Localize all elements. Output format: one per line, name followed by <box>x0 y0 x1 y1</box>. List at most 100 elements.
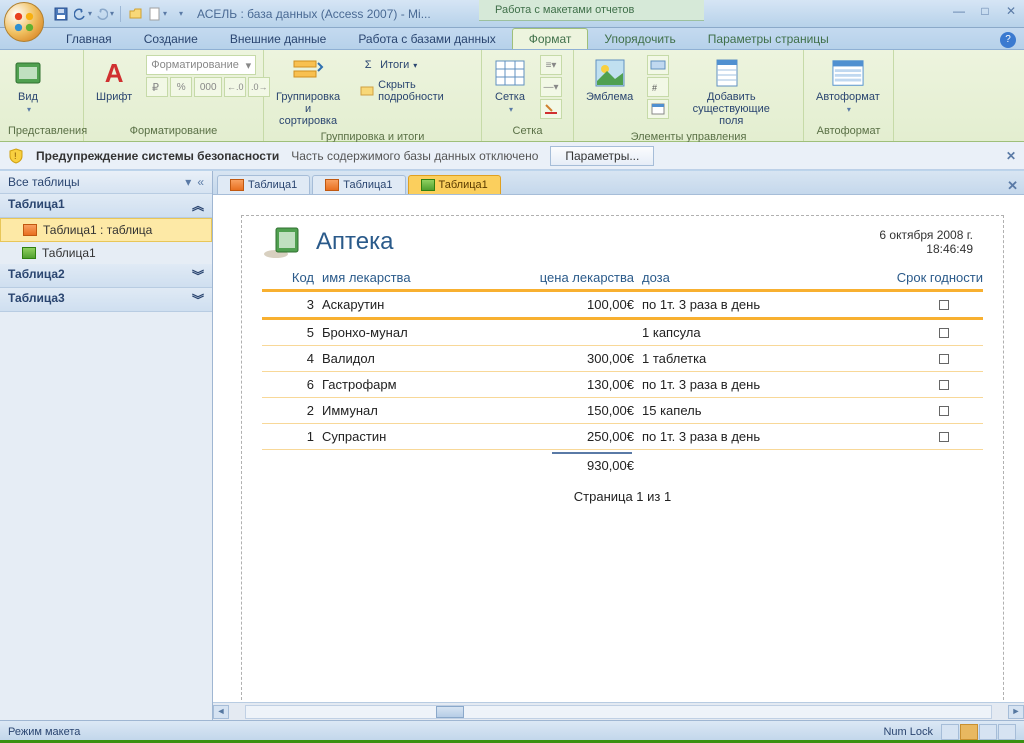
table-row[interactable]: 2Иммунал150,00€15 капель <box>262 398 983 423</box>
office-button[interactable] <box>4 2 44 42</box>
percent-button[interactable]: % <box>170 77 192 97</box>
col-name[interactable]: имя лекарства <box>322 270 532 285</box>
thousands-button[interactable]: 000 <box>194 77 222 97</box>
redo-button[interactable] <box>96 5 114 23</box>
view-layout-button[interactable] <box>960 724 978 740</box>
line-width-button[interactable]: ≡▾ <box>540 55 562 75</box>
scroll-track[interactable] <box>245 705 992 719</box>
horizontal-scrollbar[interactable]: ◄ ► <box>213 702 1024 720</box>
group-sort-button[interactable]: Группировка и сортировка <box>270 55 346 129</box>
cell-code[interactable]: 2 <box>262 403 322 418</box>
cell-dose[interactable]: по 1т. 3 раза в день <box>642 297 832 312</box>
col-expiry[interactable]: Срок годности <box>832 270 983 285</box>
minimize-button[interactable]: — <box>950 4 968 18</box>
security-options-button[interactable]: Параметры... <box>550 146 654 166</box>
column-headers[interactable]: Код имя лекарства цена лекарства доза Ср… <box>262 264 983 289</box>
col-price[interactable]: цена лекарства <box>532 270 642 285</box>
tab-home[interactable]: Главная <box>50 29 128 49</box>
cell-name[interactable]: Гастрофарм <box>322 377 532 392</box>
add-fields-button[interactable]: Добавить существующие поля <box>673 55 789 129</box>
expiry-checkbox[interactable] <box>939 380 949 390</box>
scroll-thumb[interactable] <box>436 706 464 718</box>
line-style-button[interactable]: —▾ <box>540 77 562 97</box>
hide-details-button[interactable]: Скрыть подробности <box>356 77 475 105</box>
report-title[interactable]: Аптека <box>316 228 393 256</box>
autoformat-button[interactable]: Автоформат <box>810 55 886 118</box>
nav-group-table3[interactable]: Таблица3︾ <box>0 288 212 312</box>
cell-price[interactable]: 250,00€ <box>532 429 642 444</box>
help-button[interactable]: ? <box>1000 32 1016 48</box>
cell-price[interactable]: 130,00€ <box>532 377 642 392</box>
scroll-right-button[interactable]: ► <box>1008 705 1024 719</box>
security-close-button[interactable]: ✕ <box>1006 149 1016 163</box>
tab-dbtools[interactable]: Работа с базами данных <box>342 29 511 49</box>
open-icon[interactable] <box>127 5 145 23</box>
save-icon[interactable] <box>52 5 70 23</box>
scroll-left-button[interactable]: ◄ <box>213 705 229 719</box>
line-color-button[interactable] <box>540 99 562 119</box>
qat-customize[interactable] <box>171 5 189 23</box>
cell-name[interactable]: Иммунал <box>322 403 532 418</box>
tab-pagesetup[interactable]: Параметры страницы <box>692 29 845 49</box>
expiry-checkbox[interactable] <box>939 354 949 364</box>
tab-create[interactable]: Создание <box>128 29 214 49</box>
table-row[interactable]: 3Аскарутин100,00€по 1т. 3 раза в день <box>262 292 983 317</box>
restore-button[interactable]: □ <box>976 4 994 18</box>
currency-button[interactable]: ₽ <box>146 77 168 97</box>
expiry-checkbox[interactable] <box>939 300 949 310</box>
cell-dose[interactable]: по 1т. 3 раза в день <box>642 377 832 392</box>
view-design-button[interactable] <box>979 724 997 740</box>
title-icon[interactable] <box>647 55 669 75</box>
cell-code[interactable]: 5 <box>262 325 322 340</box>
nav-group-table2[interactable]: Таблица2︾ <box>0 264 212 288</box>
formatting-combo[interactable]: Форматирование▾ <box>146 55 256 75</box>
report-canvas[interactable]: Аптека 6 октября 2008 г. 18:46:49 Код им… <box>213 195 1024 702</box>
doc-close-button[interactable]: ✕ <box>1007 178 1018 194</box>
cell-code[interactable]: 4 <box>262 351 322 366</box>
total-value[interactable]: 930,00€ <box>532 458 642 473</box>
table-row[interactable]: 4Валидол300,00€1 таблетка <box>262 346 983 371</box>
expiry-checkbox[interactable] <box>939 328 949 338</box>
new-icon[interactable] <box>149 5 167 23</box>
cell-dose[interactable]: по 1т. 3 раза в день <box>642 429 832 444</box>
expiry-checkbox[interactable] <box>939 406 949 416</box>
table-row[interactable]: 1Супрастин250,00€по 1т. 3 раза в день <box>262 424 983 449</box>
col-dose[interactable]: доза <box>642 270 832 285</box>
emblem-button[interactable]: Эмблема <box>580 55 639 105</box>
table-row[interactable]: 6Гастрофарм130,00€по 1т. 3 раза в день <box>262 372 983 397</box>
cell-price[interactable]: 300,00€ <box>532 351 642 366</box>
nav-dropdown-icon[interactable]: ▾ <box>185 175 191 189</box>
cell-price[interactable]: 100,00€ <box>532 297 642 312</box>
increase-decimal-button[interactable]: ←.0 <box>224 77 246 97</box>
nav-item-table1-table[interactable]: Таблица1 : таблица <box>0 218 212 242</box>
font-button[interactable]: A Шрифт <box>90 55 138 105</box>
col-code[interactable]: Код <box>262 270 322 285</box>
cell-code[interactable]: 3 <box>262 297 322 312</box>
tab-format[interactable]: Формат <box>512 28 589 49</box>
page-indicator[interactable]: Страница 1 из 1 <box>262 477 983 516</box>
cell-dose[interactable]: 1 таблетка <box>642 351 832 366</box>
close-button[interactable]: ✕ <box>1002 4 1020 18</box>
grid-button[interactable]: Сетка <box>488 55 532 118</box>
view-button[interactable]: Вид <box>6 55 50 118</box>
cell-name[interactable]: Аскарутин <box>322 297 532 312</box>
nav-group-table1[interactable]: Таблица1︽ <box>0 194 212 218</box>
view-report-button[interactable] <box>941 724 959 740</box>
expiry-checkbox[interactable] <box>939 432 949 442</box>
nav-header[interactable]: Все таблицы ▾« <box>0 171 212 194</box>
cell-code[interactable]: 1 <box>262 429 322 444</box>
cell-dose[interactable]: 15 капель <box>642 403 832 418</box>
doc-tab-0[interactable]: Таблица1 <box>217 175 310 194</box>
nav-collapse-icon[interactable]: « <box>197 175 204 189</box>
doc-tab-1[interactable]: Таблица1 <box>312 175 405 194</box>
doc-tab-2[interactable]: Таблица1 <box>408 175 501 194</box>
cell-dose[interactable]: 1 капсула <box>642 325 832 340</box>
page-numbers-icon[interactable]: # <box>647 77 669 97</box>
cell-code[interactable]: 6 <box>262 377 322 392</box>
view-print-button[interactable] <box>998 724 1016 740</box>
cell-price[interactable]: 150,00€ <box>532 403 642 418</box>
totals-button[interactable]: ΣИтоги▾ <box>356 55 475 75</box>
cell-name[interactable]: Супрастин <box>322 429 532 444</box>
tab-arrange[interactable]: Упорядочить <box>588 29 691 49</box>
tab-external[interactable]: Внешние данные <box>214 29 343 49</box>
